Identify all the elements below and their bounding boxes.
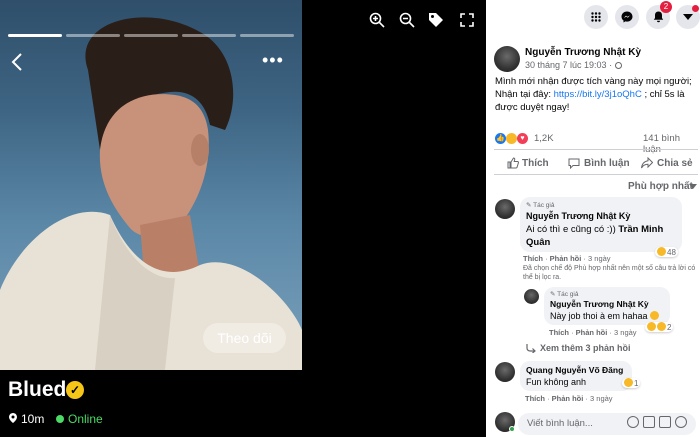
author-tag-text: Tác giả (533, 202, 555, 209)
comment-button[interactable]: Bình luận (584, 158, 630, 169)
progress-segment (66, 34, 120, 37)
post-author-name[interactable]: Nguyễn Trương Nhật Kỳ (525, 47, 641, 58)
comment-sort-dropdown[interactable]: Phù hợp nhất (628, 181, 693, 192)
zoom-in-icon[interactable] (369, 12, 385, 28)
progress-segment (182, 34, 236, 37)
profile-photo (0, 0, 302, 370)
online-status: Online (68, 412, 103, 426)
sort-caret-icon[interactable] (689, 184, 697, 189)
haha-emoji-icon (657, 322, 666, 331)
story-progress (8, 34, 294, 37)
comment-like-link[interactable]: Thích (523, 254, 543, 263)
divider (494, 174, 698, 175)
share-icon (641, 157, 653, 169)
reply-arrow-icon (526, 344, 536, 353)
location-pin-icon (9, 413, 17, 423)
like-button[interactable]: Thích (522, 158, 549, 169)
emoji-picker-icon[interactable] (627, 416, 639, 428)
post-author-avatar[interactable] (494, 46, 520, 72)
comment-reaction-count: 2 (667, 323, 672, 332)
comment-like-link[interactable]: Thích (525, 394, 545, 403)
comment-time[interactable]: 3 ngày (588, 254, 611, 263)
comment-text: Ai có thì e cũng có :)) Trần Minh Quân (526, 223, 678, 249)
progress-segment (124, 34, 178, 37)
comment-reaction-count: 48 (667, 248, 676, 257)
screen: ••• Theo dõi Blued ✓ 10m Online 2 Nguyễn… (0, 0, 700, 437)
view-more-replies[interactable]: Xem thêm 3 phản hồi (540, 343, 631, 353)
comment-reactions[interactable]: 2 (645, 322, 674, 332)
globe-icon (614, 62, 622, 69)
comment-reply-link[interactable]: Phản hồi (550, 254, 582, 263)
post-body: Mình mới nhận được tích vàng này mọi ngư… (495, 75, 695, 114)
laughing-emoji-icon (650, 311, 660, 320)
haha-emoji-icon (647, 322, 656, 331)
comment-author[interactable]: Nguyễn Trương Nhật Kỳ (550, 299, 649, 309)
online-indicator (56, 415, 64, 423)
comment-body: Ai có thì e cũng có :)) (526, 224, 616, 235)
messenger-button[interactable] (615, 5, 639, 29)
comment-body: Này job thoi à em hahaa (550, 311, 648, 321)
active-status-dot (509, 426, 515, 432)
comment-author[interactable]: Quang Nguyễn Võ Đăng (526, 365, 623, 375)
profile-photo-panel: ••• Theo dõi Blued ✓ 10m Online (0, 0, 302, 437)
comment-meta: Thích · Phản hồi · 3 ngày (523, 254, 611, 263)
comment-icon (568, 158, 580, 169)
reaction-count[interactable]: 1,2K (534, 133, 554, 144)
commenter-avatar[interactable] (495, 362, 515, 382)
author-tag: ✎ Tác giả (550, 291, 579, 298)
comment-reactions[interactable]: 1 (622, 378, 641, 388)
messenger-icon (621, 11, 633, 23)
chevron-down-icon (683, 14, 693, 20)
comment-meta: Thích · Phản hồi · 3 ngày (525, 394, 613, 403)
post-link[interactable]: https://bit.ly/3j1oQhC (554, 89, 642, 100)
commenter-avatar[interactable] (524, 289, 539, 304)
profile-name: Blued (8, 378, 67, 401)
haha-emoji-icon (657, 247, 666, 256)
post-timestamp[interactable]: 30 tháng 7 lúc 19:03 · (525, 60, 622, 70)
gif-icon[interactable] (659, 416, 671, 428)
fullscreen-icon[interactable] (459, 12, 475, 28)
share-button[interactable]: Chia sẻ (657, 158, 693, 169)
divider (494, 149, 698, 150)
zoom-out-icon[interactable] (399, 12, 415, 28)
verified-badge-icon: ✓ (66, 381, 84, 399)
progress-segment (240, 34, 294, 37)
haha-emoji-icon (624, 378, 633, 387)
comment-like-link[interactable]: Thích (549, 328, 569, 337)
filter-note: Đã chọn chế độ Phù hợp nhất nên một số c… (523, 265, 696, 281)
progress-segment (8, 34, 62, 37)
more-options-icon[interactable]: ••• (262, 50, 284, 71)
comment-text: Fun không anh (526, 377, 587, 387)
author-tag-text: Tác giả (557, 291, 579, 298)
like-reaction-icon: 👍 (495, 133, 506, 144)
notification-badge: 2 (660, 1, 672, 13)
comment-reaction-count: 1 (634, 379, 639, 388)
haha-reaction-icon (506, 133, 517, 144)
bell-icon (653, 11, 663, 23)
comment-time[interactable]: 3 ngày (590, 394, 613, 403)
like-icon (507, 157, 519, 169)
post-time-text: 30 tháng 7 lúc 19:03 · (525, 60, 613, 70)
grid-icon (591, 12, 601, 22)
comment-meta: Thích · Phản hồi · 3 ngày (549, 328, 637, 337)
apps-menu-button[interactable] (584, 5, 608, 29)
author-tag: ✎ Tác giả (526, 202, 555, 209)
comment-reply-link[interactable]: Phản hồi (552, 394, 584, 403)
comment-count[interactable]: 141 bình luận (643, 133, 700, 155)
comment-input-placeholder: Viết bình luận... (527, 418, 593, 429)
love-reaction-icon: ♥ (517, 133, 528, 144)
commenter-avatar[interactable] (495, 199, 515, 219)
sticker-icon[interactable] (675, 416, 687, 428)
comment-reply-link[interactable]: Phản hồi (576, 328, 608, 337)
camera-icon[interactable] (643, 416, 655, 428)
account-alert-dot (692, 5, 699, 12)
back-icon[interactable] (10, 52, 30, 72)
follow-button[interactable]: Theo dõi (203, 323, 286, 353)
distance-text: 10m (21, 412, 45, 426)
tag-icon[interactable] (428, 12, 444, 28)
comment-reactions[interactable]: 48 (655, 247, 678, 257)
comment-text: Này job thoi à em hahaa (550, 310, 660, 323)
comment-time[interactable]: 3 ngày (614, 328, 637, 337)
comment-author[interactable]: Nguyễn Trương Nhật Kỳ (526, 211, 630, 221)
